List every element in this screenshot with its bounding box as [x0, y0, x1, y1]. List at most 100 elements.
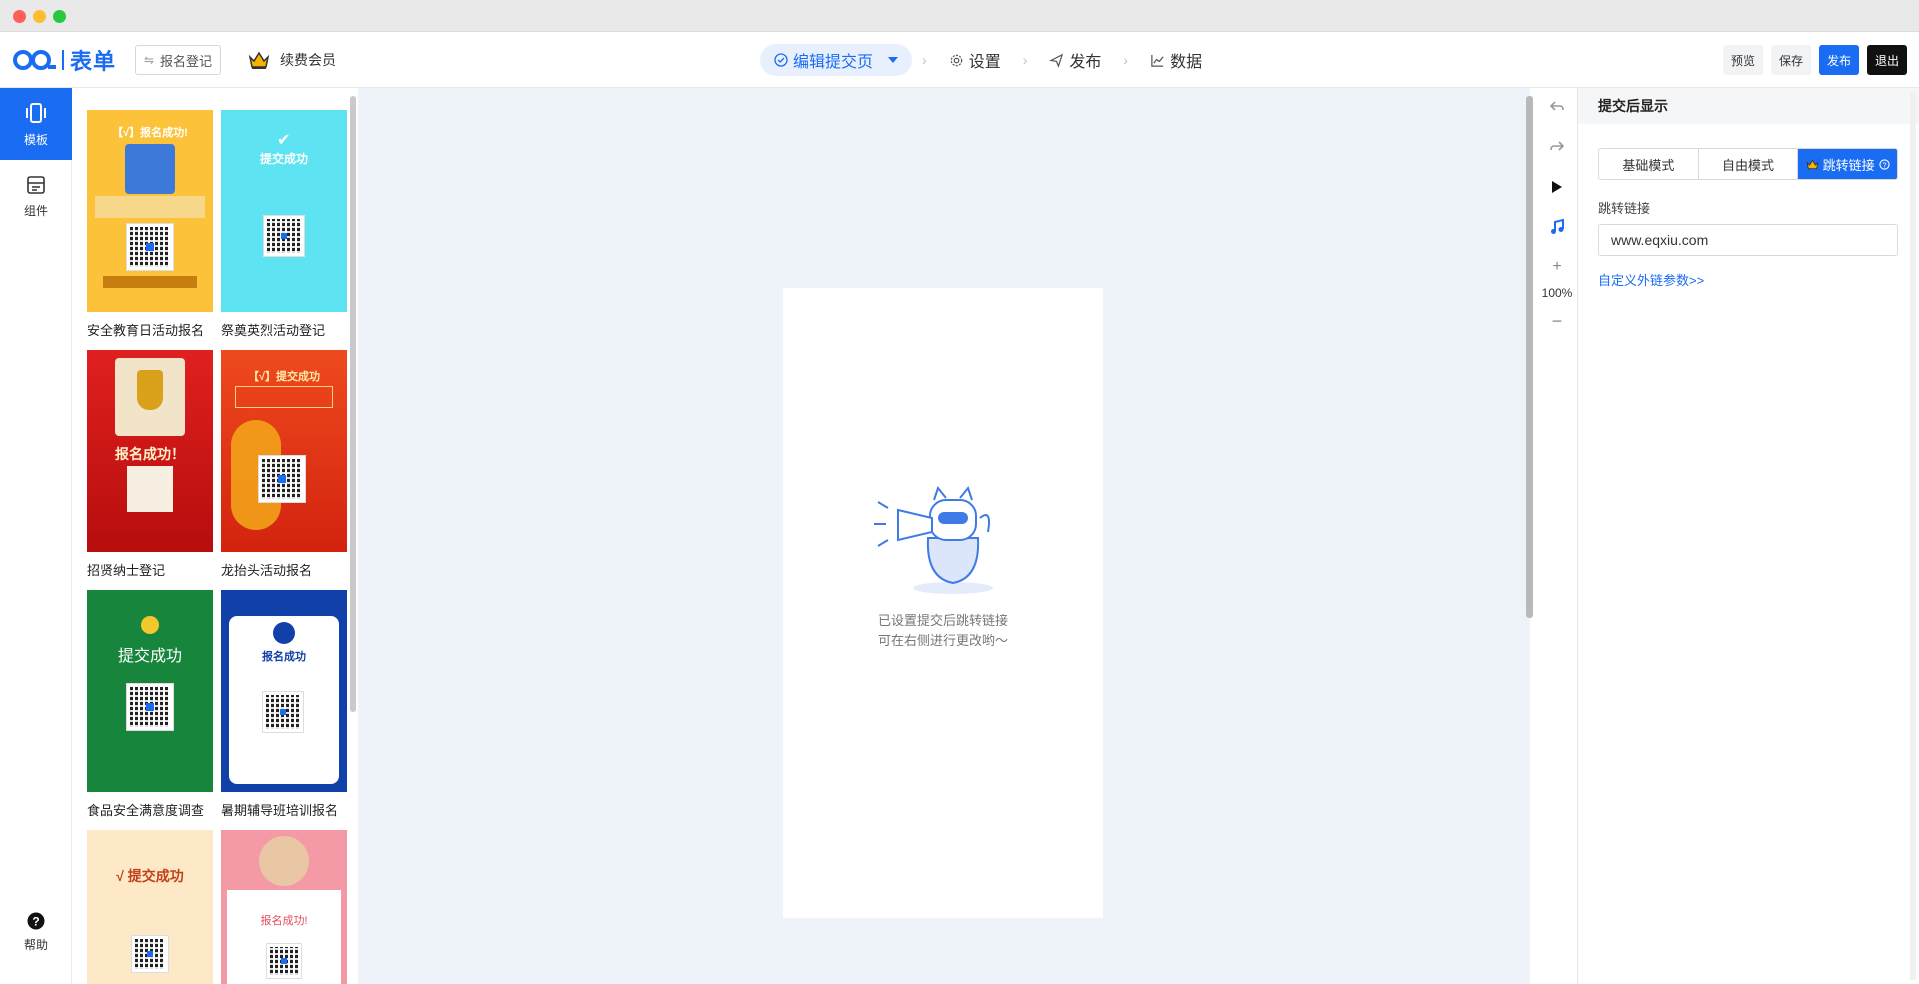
template-panel-scrollbar[interactable] [350, 96, 356, 712]
settings-scrollbar[interactable] [1910, 92, 1916, 980]
settings-panel: 提交后显示 基础模式 自由模式 跳转链接 ? 跳转链接 自定义外链参数>> [1578, 88, 1919, 984]
template-thumbnail: 报名成功！ [87, 350, 213, 552]
check-circle-icon [273, 622, 295, 644]
empty-state-text: 已设置提交后跳转链接 可在右侧进行更改哟～ [783, 611, 1103, 651]
step-data[interactable]: 数据 [1138, 44, 1214, 76]
template-name: 安全教育日活动报名 [87, 323, 205, 338]
gear-icon [950, 54, 962, 66]
template-thumb-title: 【√】提交成功 [247, 371, 321, 383]
template-card[interactable]: 【√】报名成功! 安全教育日活动报名 [87, 110, 213, 339]
save-button[interactable]: 保存 [1770, 45, 1811, 75]
swap-icon: ⇋ [143, 53, 155, 67]
header-actions: 预览 保存 发布 退出 [1722, 45, 1907, 75]
question-icon[interactable]: ? [1879, 158, 1890, 170]
sidebar-item-template[interactable]: 模板 [0, 88, 72, 160]
template-name: 食品安全满意度调查 [87, 803, 205, 818]
zoom-in-button[interactable]: + [1536, 252, 1578, 282]
check-icon [141, 616, 159, 634]
music-icon [1551, 219, 1564, 234]
minus-icon: − [1551, 310, 1563, 331]
template-thumb-title: 报名成功! [260, 915, 308, 927]
empty-state-line2: 可在右侧进行更改哟～ [877, 633, 1008, 648]
undo-icon [1549, 101, 1564, 111]
template-thumb-title: 报名成功 [262, 651, 306, 663]
template-name: 祭奠英烈活动登记 [221, 323, 326, 338]
template-name: 暑期辅导班培训报名 [221, 803, 339, 818]
logo-icon [13, 50, 56, 70]
template-icon [26, 102, 46, 123]
chevron-down-icon[interactable] [888, 57, 899, 63]
template-name: 招贤纳士登记 [87, 563, 166, 578]
elder-illustration [259, 836, 309, 886]
template-card[interactable]: 报名成功! [221, 830, 347, 984]
template-card[interactable]: ✔ 提交成功 祭奠英烈活动登记 [221, 110, 347, 339]
template-card[interactable]: √ 提交成功 [87, 830, 213, 984]
template-card[interactable]: 【√】提交成功 龙抬头活动报名 [221, 350, 347, 579]
mode-basic[interactable]: 基础模式 [1599, 149, 1699, 179]
editor-canvas: 已设置提交后跳转链接 可在右侧进行更改哟～ [358, 88, 1530, 984]
template-thumbnail: 提交成功 [87, 590, 213, 792]
template-thumbnail: 报名成功! [221, 830, 347, 984]
template-thumb-title: 提交成功 [117, 648, 182, 665]
publish-button[interactable]: 发布 [1818, 45, 1859, 75]
preview-button[interactable]: 预览 [1722, 45, 1763, 75]
redo-icon [1550, 141, 1565, 151]
sidebar-item-label: 模板 [23, 132, 48, 147]
canvas-scrollbar[interactable] [1526, 96, 1533, 618]
qr-code [131, 935, 169, 973]
left-sidebar: 模板 组件 [0, 88, 72, 984]
music-button[interactable] [1536, 212, 1578, 242]
text-frame [235, 386, 333, 408]
empty-state-line1: 已设置提交后跳转链接 [877, 613, 1008, 628]
help-label: 帮助 [23, 938, 48, 952]
redo-button[interactable] [1536, 132, 1578, 162]
step-label: 数据 [1170, 54, 1203, 71]
mode-redirect[interactable]: 跳转链接 ? [1798, 149, 1897, 179]
step-settings[interactable]: 设置 [937, 44, 1013, 76]
exit-button[interactable]: 退出 [1866, 45, 1907, 75]
template-thumb-title: √ 提交成功 [116, 868, 184, 884]
step-publish[interactable]: 发布 [1037, 44, 1113, 76]
sidebar-item-label: 组件 [23, 203, 48, 218]
check-circle-icon [774, 53, 788, 67]
logo-text: 表单 [70, 49, 117, 74]
maximize-window-button[interactable] [53, 10, 66, 23]
step-edit-submit-page[interactable]: 编辑提交页 [760, 44, 913, 76]
vip-renew-button[interactable]: 续费会员 [248, 46, 336, 74]
app-logo[interactable]: 表单 [12, 44, 116, 76]
svg-text:?: ? [32, 915, 39, 929]
template-card[interactable]: 报名成功！ 招贤纳士登记 [87, 350, 213, 579]
custom-params-link[interactable]: 自定义外链参数>> [1598, 270, 1704, 289]
redirect-url-input[interactable] [1598, 224, 1898, 256]
settings-heading: 提交后显示 [1578, 88, 1919, 124]
mode-redirect-label: 跳转链接 [1822, 157, 1875, 173]
svg-text:?: ? [1882, 160, 1886, 169]
phone-preview[interactable]: 已设置提交后跳转链接 可在右侧进行更改哟～ [783, 288, 1103, 918]
template-panel: 【√】报名成功! 安全教育日活动报名 ✔ 提交成功 祭奠英烈活动登记 报名成功！ [72, 88, 358, 984]
check-icon: ✔ [277, 132, 291, 149]
mode-free[interactable]: 自由模式 [1699, 149, 1799, 179]
undo-button[interactable] [1536, 92, 1578, 122]
step-label: 设置 [968, 54, 1001, 71]
play-button[interactable] [1536, 172, 1578, 202]
logo-separator [62, 50, 64, 70]
zoom-out-button[interactable]: − [1536, 306, 1578, 336]
sidebar-item-component[interactable]: 组件 [0, 160, 72, 232]
chevron-right-icon: › [1022, 52, 1028, 68]
step-label: 发布 [1069, 54, 1102, 71]
template-thumb-title: 报名成功！ [115, 446, 185, 462]
form-title-button[interactable]: ⇋ 报名登记 [135, 45, 221, 75]
help-button[interactable]: ? 帮助 [0, 912, 72, 953]
trophy-icon [137, 370, 163, 410]
crown-icon [1806, 159, 1819, 169]
qr-placeholder [127, 466, 173, 512]
template-thumbnail: √ 提交成功 [87, 830, 213, 984]
template-card[interactable]: 报名成功 暑期辅导班培训报名 [221, 590, 347, 819]
chevron-right-icon: › [922, 52, 927, 68]
crown-icon [248, 51, 270, 69]
button-strip [103, 276, 197, 288]
template-card[interactable]: 提交成功 食品安全满意度调查 [87, 590, 213, 819]
close-window-button[interactable] [13, 10, 26, 23]
qr-code [126, 223, 174, 271]
minimize-window-button[interactable] [33, 10, 46, 23]
